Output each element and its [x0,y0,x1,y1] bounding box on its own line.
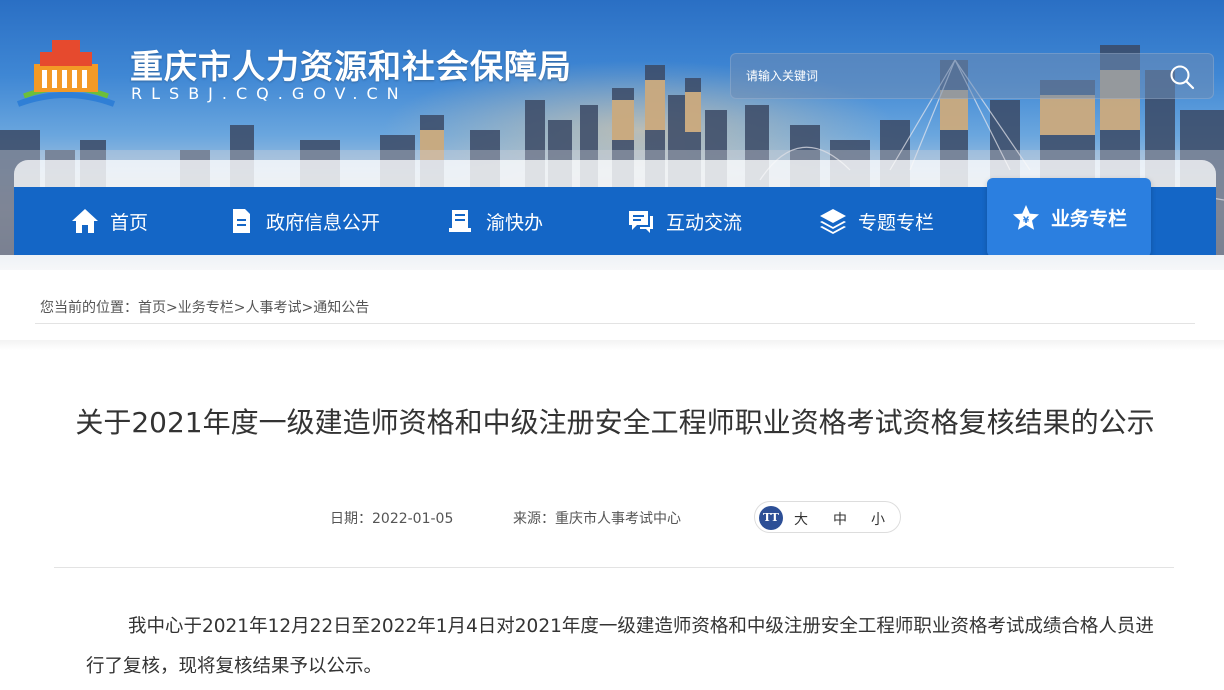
document-icon [233,209,250,233]
article-body-paragraph: 我中心于2021年12月22日至2022年1月4日对2021年度一级建造师资格和… [86,616,1154,677]
article-date: 日期：2022-01-05 [330,508,453,528]
star-icon: ¥ [1013,204,1039,230]
date-value: 2022-01-05 [372,511,454,527]
nav-item-yukuaiban[interactable]: 渝快办 [446,187,543,255]
section-shadow [0,340,1224,350]
nav-item-business[interactable]: ¥ 业务专栏 [987,178,1152,257]
font-size-medium-button[interactable]: 中 [833,509,847,529]
breadcrumb-separator: > [301,300,314,316]
font-size-icon: TT [759,506,783,530]
breadcrumb-link-home[interactable]: 首页 [138,300,166,316]
breadcrumb-prefix: 您当前的位置： [40,300,138,316]
chat-icon [629,211,653,233]
breadcrumb-link-business[interactable]: 业务专栏 [178,300,234,316]
article-source: 来源：重庆市人事考试中心 [513,508,681,528]
breadcrumb-link-notice[interactable]: 通知公告 [313,300,369,316]
article-title: 关于2021年度一级建造师资格和中级注册安全工程师职业资格考试资格复核结果的公示 [75,406,1155,439]
breadcrumb-separator: > [233,300,246,316]
nav-item-label: 专题专栏 [858,211,935,234]
date-label: 日期： [330,511,372,527]
svg-text:¥: ¥ [1023,216,1030,226]
font-size-large-button[interactable]: 大 [794,509,808,529]
main-nav: 首页 政府信息公开 渝快办 互动交流 专题专栏 ¥ 业务专栏 [14,178,1216,257]
site-domain: RLSBJ.CQ.GOV.CN [131,84,408,103]
nav-item-gov-info[interactable]: 政府信息公开 [226,187,380,255]
breadcrumb: 您当前的位置：首页>业务专栏>人事考试>通知公告 [40,297,369,317]
site-logo [16,40,116,107]
search-input[interactable] [731,54,1151,98]
search-box [730,53,1214,99]
nav-bottom-strip [0,255,1224,270]
article-divider [54,567,1174,568]
font-size-switcher: TT 大 中 小 [754,501,901,533]
nav-item-label: 互动交流 [666,211,743,234]
nav-item-label: 业务专栏 [1051,208,1128,230]
breadcrumb-divider [35,323,1195,324]
nav-item-label: 首页 [110,211,149,234]
nav-item-label: 政府信息公开 [266,211,381,234]
source-label: 来源： [513,511,555,527]
site-title[interactable]: 重庆市人力资源和社会保障局 [130,40,572,88]
home-icon [72,209,98,233]
layers-icon [820,209,846,234]
breadcrumb-link-exam[interactable]: 人事考试 [245,300,301,316]
breadcrumb-separator: > [166,300,178,316]
nav-item-interaction[interactable]: 互动交流 [626,187,742,255]
service-icon [449,210,471,232]
source-value: 重庆市人事考试中心 [555,511,681,527]
search-icon[interactable] [1169,64,1195,90]
nav-item-label: 渝快办 [486,211,544,234]
nav-item-topics[interactable]: 专题专栏 [818,187,934,255]
font-size-small-button[interactable]: 小 [871,509,885,529]
nav-item-home[interactable]: 首页 [70,187,148,255]
